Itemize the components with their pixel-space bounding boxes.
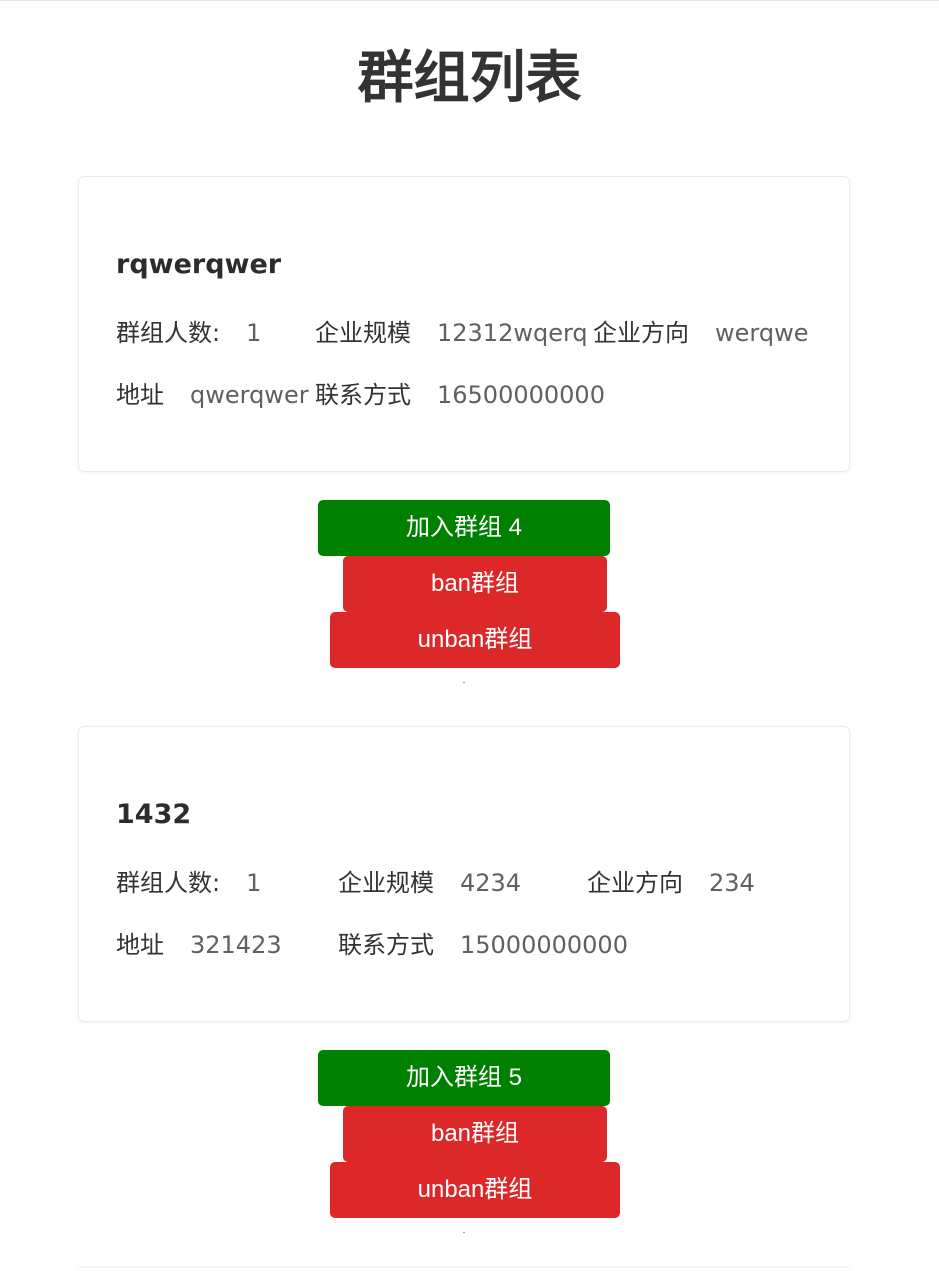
members-label: 群组人数: (116, 869, 221, 897)
ban-group-button[interactable]: ban群组 (343, 556, 607, 612)
address-field: 地址 321423 (116, 928, 282, 962)
group-name: rqwerqwer (116, 249, 282, 280)
address-value: 321423 (190, 931, 282, 959)
separator-dot (463, 682, 465, 683)
contact-field: 联系方式 16500000000 (315, 378, 605, 412)
separator-dot (463, 1232, 465, 1233)
contact-value: 15000000000 (460, 931, 628, 959)
members-value: 1 (246, 319, 262, 347)
unban-group-button[interactable]: unban群组 (330, 612, 620, 668)
scale-value: 12312wqerq (437, 319, 588, 347)
contact-value: 16500000000 (437, 381, 605, 409)
direction-label: 企业方向 (587, 869, 683, 897)
address-field: 地址 qwerqwer (116, 378, 309, 412)
ban-group-button[interactable]: ban群组 (343, 1106, 607, 1162)
direction-label: 企业方向 (593, 319, 689, 347)
direction-value: 234 (709, 869, 755, 897)
enterprise-direction-field: 企业方向 werqwe (593, 316, 808, 350)
address-label: 地址 (116, 931, 164, 959)
join-group-button[interactable]: 加入群组 4 (318, 500, 610, 556)
group-card: 1432 群组人数: 1 企业规模 4234 企业方向 234 地址 321423 联系… (78, 726, 850, 1022)
scale-label: 企业规模 (338, 869, 434, 897)
direction-value: werqwe (715, 319, 809, 347)
enterprise-scale-field: 企业规模 4234 (338, 866, 521, 900)
enterprise-scale-field: 企业规模 12312wqerq (315, 316, 588, 350)
group-card: rqwerqwer 群组人数: 1 企业规模 12312wqerq 企业方向 werq… (78, 176, 850, 472)
contact-label: 联系方式 (338, 931, 434, 959)
contact-field: 联系方式 15000000000 (338, 928, 628, 962)
members-value: 1 (246, 869, 262, 897)
scale-value: 4234 (460, 869, 522, 897)
enterprise-direction-field: 企业方向 234 (587, 866, 755, 900)
group-members-field: 群组人数: 1 (116, 316, 261, 350)
group-name: 1432 (116, 799, 192, 830)
scale-label: 企业规模 (315, 319, 411, 347)
group-members-field: 群组人数: 1 (116, 866, 261, 900)
next-group-card-edge (78, 1267, 850, 1271)
join-group-button[interactable]: 加入群组 5 (318, 1050, 610, 1106)
unban-group-button[interactable]: unban群组 (330, 1162, 620, 1218)
page-title: 群组列表 (357, 46, 582, 111)
group-list-page: 群组列表 rqwerqwer 群组人数: 1 企业规模 12312wqerq 企业方… (0, 0, 939, 1271)
members-label: 群组人数: (116, 319, 221, 347)
address-label: 地址 (116, 381, 164, 409)
address-value: qwerqwer (190, 381, 309, 409)
contact-label: 联系方式 (315, 381, 411, 409)
